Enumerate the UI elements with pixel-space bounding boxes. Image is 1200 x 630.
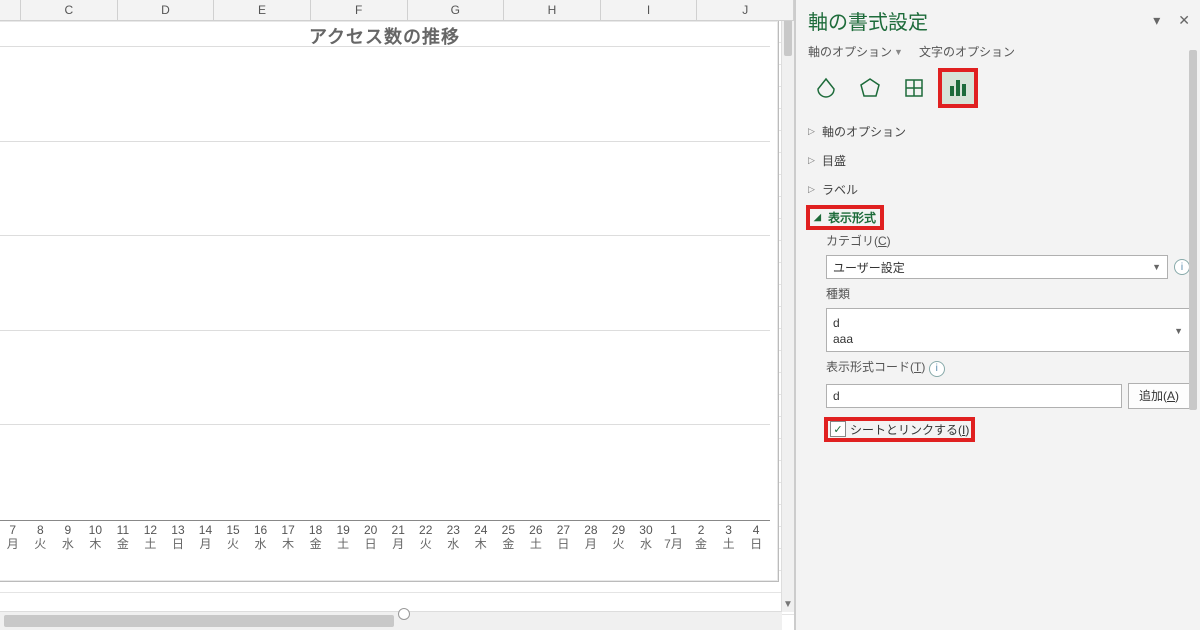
column-header[interactable]: C: [21, 0, 118, 20]
format-code-label: 表示形式コード(T) i: [826, 358, 1190, 377]
x-axis-tick: 11金: [109, 523, 137, 571]
format-axis-pane: 軸の書式設定 ▾ ✕ 軸のオプション▼ 文字のオプション: [795, 0, 1200, 630]
format-code-input[interactable]: [826, 384, 1122, 408]
x-axis-tick: 4日: [742, 523, 770, 571]
column-header[interactable]: F: [311, 0, 408, 20]
x-axis-tick: 24木: [467, 523, 495, 571]
sheet-split-handle[interactable]: [398, 608, 410, 620]
scroll-down-icon[interactable]: ▼: [782, 598, 794, 612]
type-select[interactable]: d aaa▼: [826, 308, 1190, 352]
x-axis-tick: 27日: [550, 523, 578, 571]
x-axis-tick: 30水: [632, 523, 660, 571]
type-label: 種類: [826, 285, 1190, 302]
column-headers: CDEFGHIJ: [0, 0, 794, 21]
fill-line-icon[interactable]: [808, 70, 844, 106]
column-header[interactable]: H: [504, 0, 601, 20]
checkbox-icon: ✓: [830, 421, 846, 437]
x-axis-tick: 25金: [495, 523, 523, 571]
close-pane-icon[interactable]: ✕: [1178, 12, 1190, 29]
tab-text-options[interactable]: 文字のオプション: [919, 43, 1015, 60]
x-axis-tick: 16水: [247, 523, 275, 571]
pane-title: 軸の書式設定: [808, 6, 928, 35]
axis-options-icon[interactable]: [940, 70, 976, 106]
section-tick-marks[interactable]: ▷目盛: [808, 149, 1190, 172]
x-axis-tick: 17月: [660, 523, 688, 571]
x-axis-tick: 10木: [82, 523, 110, 571]
horizontal-scrollbar[interactable]: [0, 611, 782, 630]
vertical-scrollbar[interactable]: ▲ ▼: [781, 0, 794, 612]
x-axis-tick: 22火: [412, 523, 440, 571]
add-button[interactable]: 追加(A): [1128, 383, 1190, 409]
column-header[interactable]: I: [601, 0, 698, 20]
x-axis-tick: 23水: [440, 523, 468, 571]
x-axis-tick: 12土: [137, 523, 165, 571]
tab-axis-options[interactable]: 軸のオプション▼: [808, 43, 903, 60]
x-axis-tick: 28月: [577, 523, 605, 571]
chart-x-axis[interactable]: 7月8火9水10木11金12土13日14月15火16水17木18金19土20日2…: [0, 523, 770, 571]
chart-plot-area[interactable]: [0, 47, 770, 521]
pane-vertical-scrollbar[interactable]: [1188, 50, 1198, 624]
x-axis-tick: 7月: [0, 523, 27, 571]
worksheet-area: CDEFGHIJ アクセス数の推移 7月8火9水10木11金12土13日14月1…: [0, 0, 795, 630]
column-header[interactable]: E: [214, 0, 311, 20]
x-axis-tick: 15火: [219, 523, 247, 571]
pane-options-dropdown-icon[interactable]: ▾: [1153, 12, 1160, 29]
x-axis-tick: 18金: [302, 523, 330, 571]
x-axis-tick: 26土: [522, 523, 550, 571]
x-axis-tick: 19土: [329, 523, 357, 571]
x-axis-tick: 13日: [164, 523, 192, 571]
x-axis-tick: 29火: [605, 523, 633, 571]
x-axis-tick: 21月: [384, 523, 412, 571]
column-header[interactable]: J: [697, 0, 794, 20]
x-axis-tick: 2金: [687, 523, 715, 571]
embedded-chart[interactable]: アクセス数の推移 7月8火9水10木11金12土13日14月15火16水17木1…: [0, 20, 779, 582]
x-axis-tick: 14月: [192, 523, 220, 571]
x-axis-tick: 20日: [357, 523, 385, 571]
column-header[interactable]: D: [118, 0, 215, 20]
section-labels[interactable]: ▷ラベル: [808, 178, 1190, 201]
x-axis-tick: 17木: [274, 523, 302, 571]
x-axis-tick: 8火: [27, 523, 55, 571]
category-select[interactable]: ユーザー設定▼: [826, 255, 1168, 279]
select-all-corner[interactable]: [0, 0, 21, 20]
column-header[interactable]: G: [408, 0, 505, 20]
size-properties-icon[interactable]: [896, 70, 932, 106]
x-axis-tick: 3土: [715, 523, 743, 571]
chart-title[interactable]: アクセス数の推移: [0, 21, 778, 47]
link-to-source-checkbox[interactable]: ✓ シートとリンクする(I): [826, 419, 973, 440]
category-label: カテゴリ(C): [826, 232, 1190, 249]
info-icon[interactable]: i: [929, 361, 945, 377]
effects-icon[interactable]: [852, 70, 888, 106]
x-axis-tick: 9水: [54, 523, 82, 571]
section-axis-options[interactable]: ▷軸のオプション: [808, 120, 1190, 143]
section-number-format[interactable]: ◢表示形式 カテゴリ(C) ユーザー設定▼ i 種類 d aaa▼: [808, 207, 1190, 440]
